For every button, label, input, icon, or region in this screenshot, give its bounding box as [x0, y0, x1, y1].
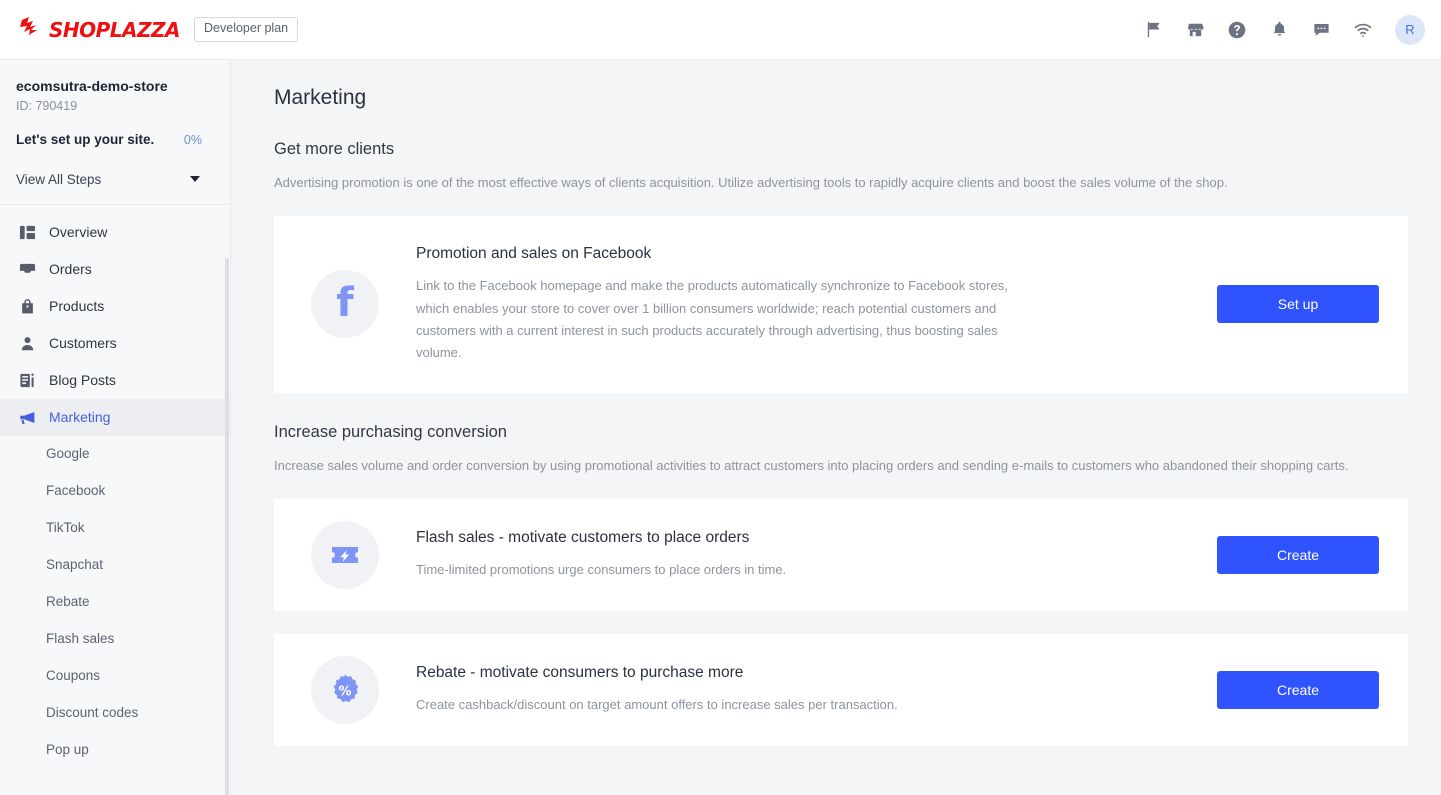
- flash-sales-create-button[interactable]: Create: [1217, 535, 1379, 574]
- help-icon[interactable]: [1225, 18, 1249, 42]
- flag-icon[interactable]: [1141, 18, 1165, 42]
- bell-icon[interactable]: [1267, 18, 1291, 42]
- message-icon[interactable]: [1309, 18, 1333, 42]
- section-title-get-more-clients: Get more clients: [274, 140, 395, 158]
- rebate-percent-badge-icon: %: [311, 655, 379, 724]
- sidebar-item-label: Products: [49, 298, 105, 314]
- bag-icon: [18, 297, 36, 315]
- store-name: ecomsutra-demo-store: [16, 78, 168, 94]
- section-description-get-more-clients: Advertising promotion is one of the most…: [274, 175, 1228, 190]
- top-bar: SHOPLAZZA Developer plan R: [0, 0, 1441, 60]
- card-description: Link to the Facebook homepage and make t…: [416, 278, 1008, 361]
- sidebar-item-label: Overview: [49, 224, 108, 240]
- sidebar-item-products[interactable]: Products: [0, 288, 230, 325]
- sidebar-subitem-label: Discount codes: [46, 705, 139, 721]
- plan-badge[interactable]: Developer plan: [194, 17, 299, 42]
- setup-label: Let's set up your site.: [16, 131, 155, 147]
- setup-percent: 0%: [183, 132, 202, 147]
- top-bar-actions: R: [1141, 14, 1425, 45]
- sidebar-item-marketing[interactable]: Marketing: [0, 398, 230, 436]
- sidebar-subitem-label: Facebook: [46, 483, 106, 499]
- chevron-down-icon: [190, 176, 200, 182]
- card-title: Flash sales - motivate customers to plac…: [416, 529, 750, 547]
- sidebar-subitem-flash-sales[interactable]: Flash sales: [0, 621, 230, 658]
- store-info: ecomsutra-demo-store ID: 790419 Let's se…: [0, 60, 230, 187]
- sidebar-subitem-pop-up[interactable]: Pop up: [0, 732, 230, 769]
- view-all-steps-toggle[interactable]: View All Steps: [16, 172, 214, 187]
- avatar[interactable]: R: [1395, 14, 1425, 45]
- sidebar-item-label: Blog Posts: [49, 372, 116, 388]
- sidebar-subitem-google[interactable]: Google: [0, 436, 230, 473]
- card-description: Time-limited promotions urge consumers t…: [416, 562, 787, 578]
- sidebar-subitem-facebook[interactable]: Facebook: [0, 473, 230, 510]
- sidebar-scrollbar[interactable]: [225, 258, 229, 795]
- sidebar-subitem-coupons[interactable]: Coupons: [0, 658, 230, 695]
- sidebar-item-label: Orders: [49, 261, 92, 277]
- sidebar-subitem-label: Snapchat: [46, 557, 104, 573]
- sidebar-subitem-label: Pop up: [46, 742, 89, 758]
- card-body: Rebate - motivate consumers to purchase …: [416, 663, 1217, 717]
- dashboard-icon: [18, 223, 36, 241]
- megaphone-icon: [18, 408, 36, 426]
- svg-text:%: %: [338, 684, 351, 699]
- sidebar-subitem-label: Google: [46, 446, 90, 462]
- main-content: Marketing Get more clients Advertising p…: [232, 60, 1441, 795]
- sidebar-subitem-rebate[interactable]: Rebate: [0, 584, 230, 621]
- sidebar-item-orders[interactable]: Orders: [0, 251, 230, 288]
- sidebar-subitem-label: Coupons: [46, 668, 101, 684]
- card-icon-wrap: f: [274, 270, 416, 339]
- shoplazza-logo-text: SHOPLAZZA: [49, 17, 181, 42]
- view-all-steps-label: View All Steps: [16, 171, 102, 187]
- shoplazza-logo[interactable]: SHOPLAZZA: [18, 16, 181, 43]
- setup-progress-row: Let's set up your site. 0%: [16, 132, 214, 147]
- card-title: Promotion and sales on Facebook: [416, 245, 652, 263]
- sidebar-item-customers[interactable]: Customers: [0, 325, 230, 362]
- card-action: Create: [1217, 535, 1408, 574]
- flash-sale-ticket-icon: [311, 520, 379, 589]
- user-icon: [18, 334, 36, 352]
- wifi-icon[interactable]: [1351, 18, 1375, 42]
- facebook-set-up-button[interactable]: Set up: [1217, 285, 1379, 324]
- brand-area: SHOPLAZZA Developer plan: [18, 16, 299, 43]
- article-icon: [18, 371, 36, 389]
- inbox-icon: [18, 260, 36, 278]
- card-title: Rebate - motivate consumers to purchase …: [416, 664, 744, 682]
- section-title-increase-purchasing-conversion: Increase purchasing conversion: [274, 422, 507, 441]
- sidebar-subitem-label: TikTok: [46, 520, 85, 536]
- sidebar-subitem-snapchat[interactable]: Snapchat: [0, 547, 230, 584]
- sidebar-subitem-tiktok[interactable]: TikTok: [0, 510, 230, 547]
- sidebar-item-blog-posts[interactable]: Blog Posts: [0, 362, 230, 399]
- sidebar-subitem-label: Rebate: [46, 594, 90, 610]
- card-action: Create: [1217, 670, 1408, 709]
- sidebar-item-overview[interactable]: Overview: [0, 214, 230, 251]
- card-icon-wrap: %: [274, 655, 416, 724]
- store-icon[interactable]: [1183, 18, 1207, 42]
- card-flash-sales: Flash sales - motivate customers to plac…: [274, 498, 1408, 611]
- card-rebate: % Rebate - motivate consumers to purchas…: [274, 633, 1408, 746]
- sidebar-subitem-label: Flash sales: [46, 631, 115, 647]
- store-id: ID: 790419: [16, 98, 78, 113]
- card-facebook-promotion: f Promotion and sales on Facebook Link t…: [274, 216, 1408, 393]
- facebook-icon: f: [311, 270, 379, 339]
- rebate-create-button[interactable]: Create: [1217, 670, 1379, 709]
- card-action: Set up: [1217, 285, 1408, 324]
- page-title: Marketing: [274, 86, 367, 109]
- card-icon-wrap: [274, 520, 416, 589]
- card-body: Flash sales - motivate customers to plac…: [416, 528, 1217, 582]
- sidebar: ecomsutra-demo-store ID: 790419 Let's se…: [0, 60, 231, 795]
- facebook-f-glyph: f: [336, 279, 354, 326]
- sidebar-nav: Overview Orders Products Customers Blog …: [0, 205, 230, 769]
- sidebar-item-label: Customers: [49, 335, 117, 351]
- sidebar-item-label: Marketing: [49, 409, 111, 425]
- card-description: Create cashback/discount on target amoun…: [416, 697, 898, 713]
- section-description-increase-purchasing-conversion: Increase sales volume and order conversi…: [274, 457, 1349, 473]
- sidebar-subitem-discount-codes[interactable]: Discount codes: [0, 695, 230, 732]
- card-body: Promotion and sales on Facebook Link to …: [416, 244, 1217, 365]
- shoplazza-logo-mark: [18, 16, 44, 43]
